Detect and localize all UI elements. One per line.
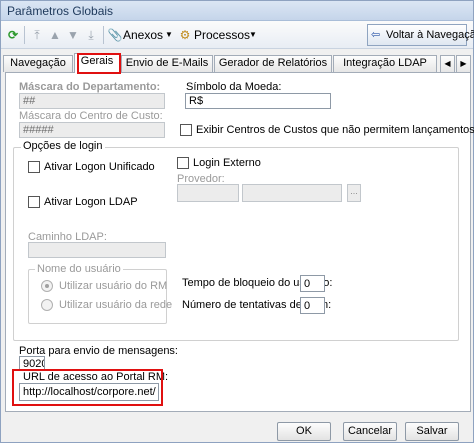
usuario-rede-radio[interactable] [41,299,53,311]
gear-icon: ⚙ [179,28,191,42]
mascara-departamento-field[interactable] [19,93,165,109]
ok-button[interactable]: OK [277,422,331,441]
nome-usuario-title: Nome do usuário [35,263,123,275]
usuario-rm-radio[interactable] [41,280,53,292]
toolbar: ⟳ ⤒ ▲ ▼ ⤓ 📎 Anexos ▼ ⚙ Processos ▼ ⇦ Vol… [1,21,474,49]
usuario-rede-label: Utilizar usuário da rede [59,299,173,311]
anexos-menu[interactable]: Anexos [123,27,163,43]
tab-scroll-left-icon[interactable]: ◀ [440,55,455,72]
usuario-rm-label: Utilizar usuário do RM [59,280,168,292]
caminho-ldap-field[interactable] [28,242,166,258]
login-externo-checkbox[interactable] [177,157,189,169]
provedor-lookup-button[interactable]: ... [347,184,361,202]
exibir-centros-label: Exibir Centros de Custos que não permite… [196,124,474,136]
provedor-name-field[interactable] [242,184,342,202]
tab-navegacao[interactable]: Navegação [3,55,73,72]
exibir-centros-checkbox[interactable] [180,124,192,136]
title-bar: Parâmetros Globais [1,1,473,21]
back-to-navigation-button[interactable]: ⇦ Voltar à Navegação [367,24,474,46]
tempo-bloqueio-field[interactable] [300,275,325,292]
gerais-tab-highlight [77,53,121,74]
first-record-icon[interactable]: ⤒ [29,27,45,43]
tab-integracao-ldap[interactable]: Integração LDAP [333,55,437,72]
save-button[interactable]: Salvar [405,422,459,441]
tab-strip: Navegação Gerais Envio de E-Mails Gerado… [3,53,473,73]
simbolo-moeda-label: Símbolo da Moeda: [186,81,282,93]
opcoes-login-title: Opções de login [21,140,105,152]
toolbar-separator [103,26,104,44]
chevron-down-icon[interactable]: ▼ [245,27,261,43]
cancel-button[interactable]: Cancelar [343,422,397,441]
parametros-globais-window: Parâmetros Globais ⟳ ⤒ ▲ ▼ ⤓ 📎 Anexos ▼ … [0,0,474,443]
login-externo-label: Login Externo [193,157,261,169]
logon-unificado-checkbox[interactable] [28,161,40,173]
mascara-centro-custo-label: Máscara do Centro de Custo: [19,110,163,122]
arrow-left-icon: ⇦ [371,29,381,41]
logon-ldap-label: Ativar Logon LDAP [44,196,138,208]
logon-ldap-checkbox[interactable] [28,196,40,208]
last-record-icon[interactable]: ⤓ [83,27,99,43]
tentativas-login-field[interactable] [300,297,325,314]
chevron-down-icon[interactable]: ▼ [161,27,177,43]
tab-envio-emails[interactable]: Envio de E-Mails [121,55,213,72]
back-button-label: Voltar à Navegação [386,29,474,41]
tab-scroll-right-icon[interactable]: ▶ [456,55,471,72]
window-title: Parâmetros Globais [7,4,114,18]
tab-gerador-relatorios[interactable]: Gerador de Relatórios [214,55,332,72]
refresh-icon[interactable]: ⟳ [5,27,21,43]
processos-menu[interactable]: Processos [194,27,250,43]
previous-record-icon[interactable]: ▲ [47,27,63,43]
mascara-centro-custo-field[interactable] [19,122,165,138]
url-portal-highlight [12,369,163,406]
provedor-code-field[interactable] [177,184,239,202]
toolbar-separator [24,26,25,44]
logon-unificado-label: Ativar Logon Unificado [44,161,155,173]
paperclip-icon: 📎 [107,28,123,42]
mascara-departamento-label: Máscara do Departamento: [19,81,161,93]
simbolo-moeda-field[interactable] [185,93,331,109]
nome-usuario-group [28,269,167,324]
next-record-icon[interactable]: ▼ [65,27,81,43]
